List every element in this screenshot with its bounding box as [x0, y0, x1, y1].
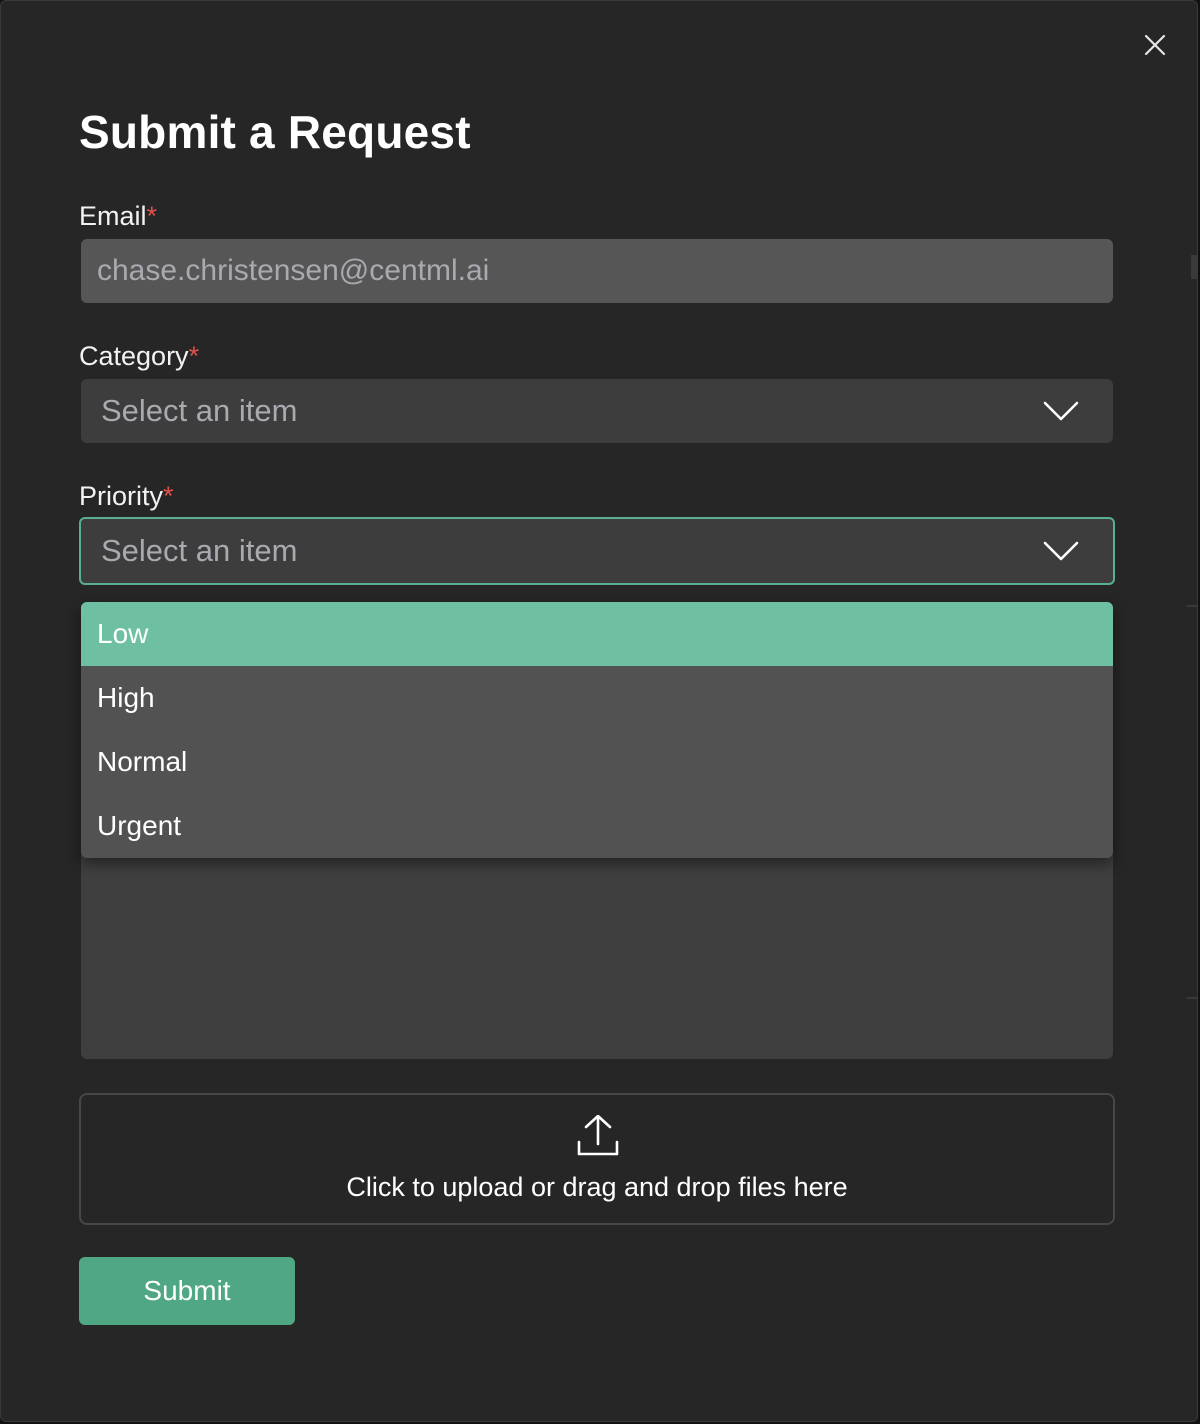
email-label-text: Email: [79, 201, 147, 231]
background-edge-line: [1187, 605, 1197, 607]
priority-select[interactable]: Select an item: [79, 517, 1115, 585]
required-mark: *: [188, 341, 200, 371]
category-placeholder: Select an item: [101, 393, 298, 428]
submit-button[interactable]: Submit: [79, 1257, 295, 1325]
priority-dropdown-menu: Low High Normal Urgent: [81, 602, 1113, 858]
close-icon: [1144, 34, 1166, 56]
priority-label: Priority*: [79, 479, 174, 513]
priority-label-text: Priority: [79, 481, 164, 511]
background-edge-mark: [1191, 255, 1197, 279]
modal-title: Submit a Request: [79, 106, 471, 158]
category-label-text: Category: [79, 341, 189, 371]
option-label: Low: [97, 618, 149, 649]
category-select[interactable]: Select an item: [81, 379, 1113, 443]
priority-option-high[interactable]: High: [81, 666, 1113, 730]
required-mark: *: [146, 201, 158, 231]
close-button[interactable]: [1139, 29, 1171, 61]
email-field[interactable]: chase.christensen@centml.ai: [81, 239, 1113, 303]
email-label: Email*: [79, 199, 157, 233]
description-textarea[interactable]: [81, 843, 1113, 1059]
priority-placeholder: Select an item: [101, 533, 298, 568]
category-label: Category*: [79, 339, 199, 373]
priority-option-low[interactable]: Low: [81, 602, 1113, 666]
option-label: Urgent: [97, 810, 182, 841]
chevron-down-icon: [1043, 541, 1079, 561]
background-edge-line: [1187, 997, 1197, 999]
chevron-down-icon: [1043, 401, 1079, 421]
file-upload-dropzone[interactable]: Click to upload or drag and drop files h…: [79, 1093, 1115, 1225]
upload-icon: [577, 1115, 619, 1156]
submit-request-modal: Submit a Request Email* chase.christense…: [0, 0, 1198, 1422]
upload-instructions: Click to upload or drag and drop files h…: [346, 1172, 848, 1202]
priority-option-normal[interactable]: Normal: [81, 730, 1113, 794]
option-label: Normal: [97, 746, 188, 777]
priority-option-urgent[interactable]: Urgent: [81, 794, 1113, 858]
option-label: High: [97, 682, 155, 713]
required-mark: *: [163, 481, 174, 511]
email-value: chase.christensen@centml.ai: [97, 254, 490, 287]
